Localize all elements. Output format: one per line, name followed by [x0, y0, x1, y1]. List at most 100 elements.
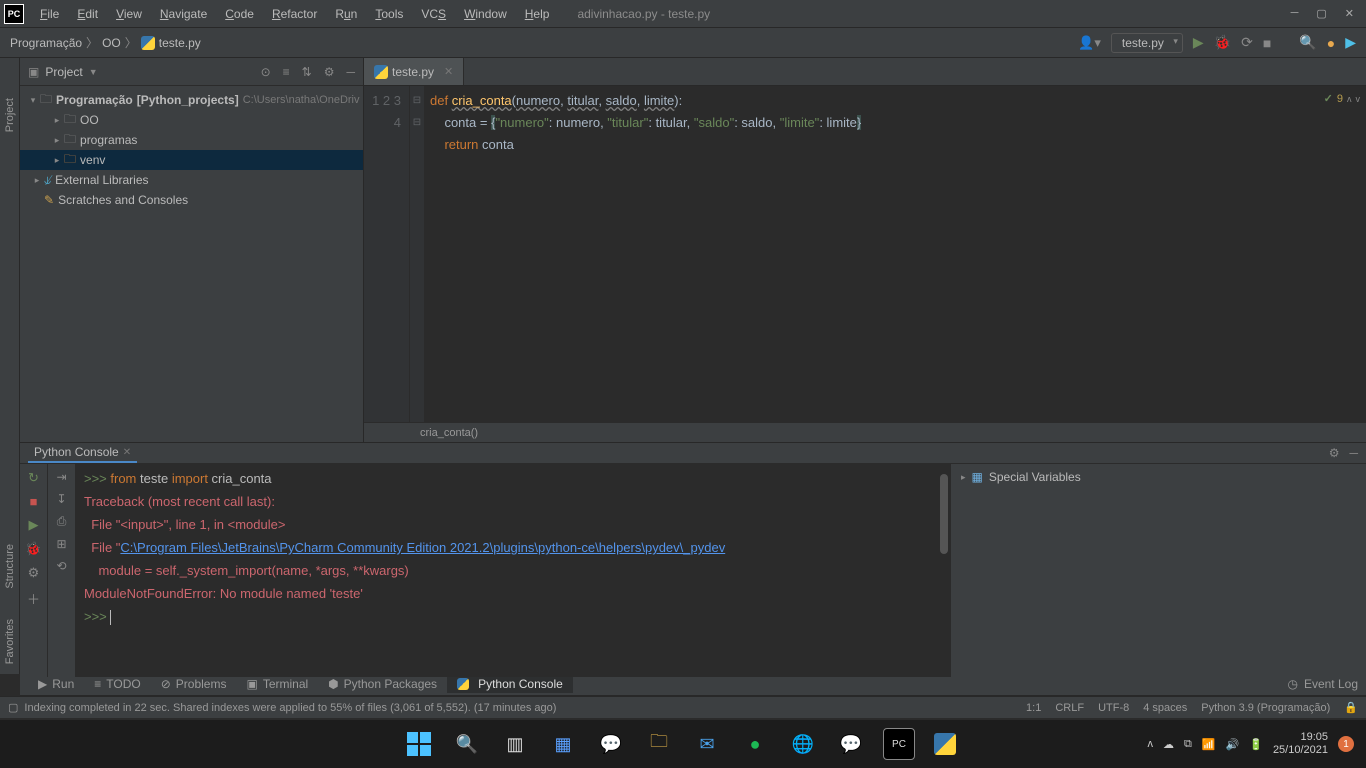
minimize-button[interactable]: ─	[1291, 7, 1299, 20]
status-icon[interactable]: ▢	[8, 701, 18, 714]
inspection-indicator[interactable]: ✓ 9 ʌ v	[1324, 92, 1360, 105]
menu-vcs[interactable]: VCS	[413, 5, 454, 23]
tw-python-console[interactable]: Python Console	[447, 675, 573, 693]
special-variables-node[interactable]: ▸ ▦ Special Variables	[961, 470, 1356, 484]
taskbar-clock[interactable]: 19:05 25/10/2021	[1273, 731, 1328, 757]
file-encoding[interactable]: UTF-8	[1098, 702, 1129, 714]
run-button[interactable]: ▶	[1193, 34, 1204, 51]
tray-weather-icon[interactable]: ☁	[1163, 738, 1174, 751]
tree-arrow-icon[interactable]: ▸	[50, 135, 64, 146]
run-with-coverage-icon[interactable]: ⟳	[1241, 34, 1253, 51]
console-tab[interactable]: Python Console ✕	[28, 443, 137, 463]
console-output[interactable]: >>> from teste import cria_conta Traceba…	[76, 464, 950, 677]
menu-run[interactable]: Run	[327, 5, 365, 23]
tw-todo[interactable]: ≡TODO	[84, 675, 150, 693]
spotify-icon[interactable]: ●	[739, 728, 771, 760]
tree-folder-oo[interactable]: ▸ 🗀 OO	[20, 110, 363, 130]
breadcrumb-root[interactable]: Programação	[10, 36, 82, 50]
chrome-icon[interactable]: 🌐	[787, 728, 819, 760]
tree-folder-venv[interactable]: ▸ 🗀 venv	[20, 150, 363, 170]
tw-terminal[interactable]: ▣Terminal	[236, 675, 318, 693]
prev-highlight-icon[interactable]: ʌ	[1347, 94, 1352, 104]
rail-project[interactable]: Project	[4, 98, 16, 132]
debug-button[interactable]: 🐞	[1214, 34, 1231, 51]
tree-arrow-icon[interactable]: ▸	[50, 115, 64, 126]
tree-external-libraries[interactable]: ▸ ⫝̸ External Libraries	[20, 170, 363, 190]
collapse-all-icon[interactable]: ⇅	[302, 65, 312, 79]
search-everywhere-icon[interactable]: 🔍	[1299, 34, 1316, 51]
select-opened-file-icon[interactable]: ⊙	[261, 65, 271, 79]
menu-help[interactable]: Help	[517, 5, 558, 23]
tree-folder-programas[interactable]: ▸ 🗀 programas	[20, 130, 363, 150]
code-editor[interactable]: 1 2 3 4 ⊟ ⊟ def cria_conta(numero, titul…	[364, 86, 1366, 422]
line-separator[interactable]: CRLF	[1055, 702, 1084, 714]
tw-packages[interactable]: ⬢Python Packages	[318, 675, 447, 693]
close-button[interactable]: ✕	[1345, 7, 1354, 20]
tree-root[interactable]: ▾ 🗀 Programação [Python_projects] C:\Use…	[20, 90, 363, 110]
interpreter[interactable]: Python 3.9 (Programação)	[1201, 702, 1330, 714]
hide-console-icon[interactable]: ─	[1349, 446, 1358, 460]
run-configuration-selector[interactable]: teste.py	[1111, 33, 1183, 53]
menu-tools[interactable]: Tools	[367, 5, 411, 23]
project-panel-title[interactable]: Project	[45, 65, 82, 79]
tray-volume-icon[interactable]: 🔊	[1226, 738, 1240, 751]
editor-breadcrumb[interactable]: cria_conta()	[364, 422, 1366, 442]
widgets-icon[interactable]: ▦	[547, 728, 579, 760]
menu-file[interactable]: File	[32, 5, 67, 23]
taskbar-search-icon[interactable]: 🔍	[451, 728, 483, 760]
rail-structure[interactable]: Structure	[4, 544, 16, 589]
rerun-icon[interactable]: ↻	[28, 470, 39, 486]
pycharm-taskbar-icon[interactable]: PC	[883, 728, 915, 760]
rail-favorites[interactable]: Favorites	[4, 619, 16, 664]
tree-arrow-icon[interactable]: ▸	[30, 175, 44, 186]
stop-button[interactable]: ■	[1263, 35, 1271, 51]
tw-event-log[interactable]: ◷Event Log	[1287, 677, 1358, 691]
soft-wrap-icon[interactable]: ⇥	[56, 470, 66, 484]
scroll-to-end-icon[interactable]: ↧	[56, 492, 66, 506]
breadcrumb-folder[interactable]: OO	[102, 36, 121, 50]
menu-view[interactable]: View	[108, 5, 150, 23]
console-settings-icon[interactable]: ⚙	[1329, 446, 1340, 460]
tw-problems[interactable]: ⊘Problems	[151, 675, 237, 693]
add-user-icon[interactable]: 👤▾	[1078, 35, 1101, 51]
attach-debugger-icon[interactable]: ⚙	[28, 565, 40, 581]
tree-arrow-icon[interactable]: ▸	[961, 472, 966, 483]
print-icon[interactable]: ⎙	[57, 514, 67, 529]
breadcrumb-file[interactable]: teste.py	[159, 36, 201, 50]
show-vars-icon[interactable]: ⊞	[56, 537, 66, 551]
history-icon[interactable]: ⟲	[56, 559, 66, 573]
editor-tab-teste[interactable]: teste.py ✕	[364, 58, 464, 85]
tree-scratches[interactable]: ✎ Scratches and Consoles	[20, 190, 363, 210]
tray-wifi-icon[interactable]: 📶	[1202, 738, 1216, 751]
tree-arrow-icon[interactable]: ▸	[50, 155, 64, 166]
file-explorer-icon[interactable]: 🗀	[643, 728, 675, 760]
settings-icon[interactable]: ⚙	[324, 65, 335, 79]
teams-icon[interactable]: 💬	[595, 728, 627, 760]
hide-panel-icon[interactable]: ─	[346, 65, 355, 79]
indent-settings[interactable]: 4 spaces	[1143, 702, 1187, 714]
expand-all-icon[interactable]: ≡	[283, 65, 290, 79]
project-view-dropdown-icon[interactable]: ▼	[89, 67, 98, 77]
tray-dropbox-icon[interactable]: ⧉	[1184, 738, 1192, 751]
menu-window[interactable]: Window	[456, 5, 515, 23]
start-button[interactable]	[403, 728, 435, 760]
code-content[interactable]: def cria_conta(numero, titular, saldo, l…	[424, 86, 1366, 422]
next-highlight-icon[interactable]: v	[1356, 94, 1361, 104]
caret-position[interactable]: 1:1	[1026, 702, 1041, 714]
mail-icon[interactable]: ✉	[691, 728, 723, 760]
close-console-tab-icon[interactable]: ✕	[123, 447, 131, 458]
tray-battery-icon[interactable]: 🔋	[1249, 738, 1263, 751]
console-scrollbar-thumb[interactable]	[940, 474, 948, 554]
maximize-button[interactable]: ▢	[1316, 7, 1326, 20]
tray-overflow-icon[interactable]: ʌ	[1147, 738, 1153, 750]
new-console-icon[interactable]: ＋	[27, 589, 40, 608]
close-tab-icon[interactable]: ✕	[444, 65, 453, 78]
stop-icon[interactable]: ■	[30, 494, 38, 509]
menu-code[interactable]: Code	[217, 5, 262, 23]
menu-edit[interactable]: Edit	[69, 5, 106, 23]
menu-navigate[interactable]: Navigate	[152, 5, 215, 23]
whatsapp-icon[interactable]: 💬	[835, 728, 867, 760]
ide-updates-icon[interactable]: ●	[1327, 35, 1335, 51]
menu-refactor[interactable]: Refactor	[264, 5, 325, 23]
code-with-me-icon[interactable]: ▶	[1345, 34, 1356, 51]
